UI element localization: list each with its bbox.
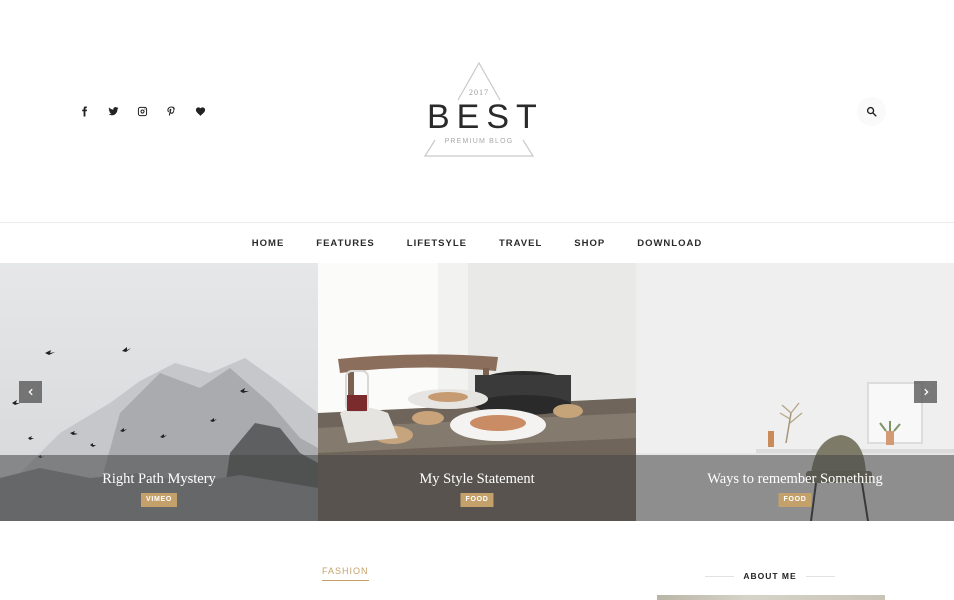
heart-icon[interactable] (186, 97, 215, 126)
main-nav: HOME FEATURES LIFETSYLE TRAVEL SHOP DOWN… (0, 222, 954, 264)
nav-item-shop[interactable]: SHOP (574, 238, 605, 249)
social-links (70, 97, 215, 126)
about-me-title: ABOUT ME (743, 571, 797, 581)
search-button[interactable] (857, 97, 886, 126)
featured-slider: Right Path Mystery VIMEO My Style Statem… (0, 263, 954, 521)
logo-title: BEST (427, 98, 544, 136)
twitter-icon[interactable] (99, 97, 128, 126)
chevron-left-icon (27, 388, 33, 396)
nav-item-download[interactable]: DOWNLOAD (637, 238, 702, 249)
nav-item-features[interactable]: FEATURES (316, 238, 375, 249)
about-me-heading: ABOUT ME (705, 569, 835, 583)
nav-item-lifestyle[interactable]: LIFETSYLE (407, 238, 467, 249)
slide-overlay (636, 455, 954, 521)
slide-card[interactable]: My Style Statement FOOD (318, 263, 636, 521)
logo-year: 2017 (469, 88, 489, 97)
slide-card[interactable]: Right Path Mystery VIMEO (0, 263, 318, 521)
slide-title[interactable]: My Style Statement (318, 471, 636, 488)
slider-next-button[interactable] (914, 381, 937, 403)
slider-prev-button[interactable] (19, 381, 42, 403)
instagram-icon[interactable] (128, 97, 157, 126)
divider (705, 575, 735, 577)
site-header: 2017 BEST PREMIUM BLOG (0, 0, 954, 222)
chevron-right-icon (923, 388, 929, 396)
slide-overlay (0, 455, 318, 521)
nav-item-travel[interactable]: TRAVEL (499, 238, 542, 249)
slide-card[interactable]: Ways to remember Something FOOD (636, 263, 954, 521)
pinterest-icon[interactable] (157, 97, 186, 126)
slide-title[interactable]: Ways to remember Something (636, 471, 954, 488)
search-icon (866, 106, 877, 117)
site-logo[interactable]: 2017 BEST PREMIUM BLOG (421, 60, 537, 158)
slide-category-badge[interactable]: FOOD (460, 493, 494, 507)
slide-overlay (318, 455, 636, 521)
about-me-image (657, 595, 885, 600)
nav-item-home[interactable]: HOME (252, 238, 285, 249)
category-label-fashion[interactable]: FASHION (322, 566, 369, 581)
facebook-icon[interactable] (70, 97, 99, 126)
divider (805, 575, 835, 577)
logo-subtitle: PREMIUM BLOG (444, 138, 514, 145)
slide-category-badge[interactable]: VIMEO (140, 493, 178, 507)
slide-title[interactable]: Right Path Mystery (0, 471, 318, 488)
slide-category-badge[interactable]: FOOD (778, 493, 812, 507)
